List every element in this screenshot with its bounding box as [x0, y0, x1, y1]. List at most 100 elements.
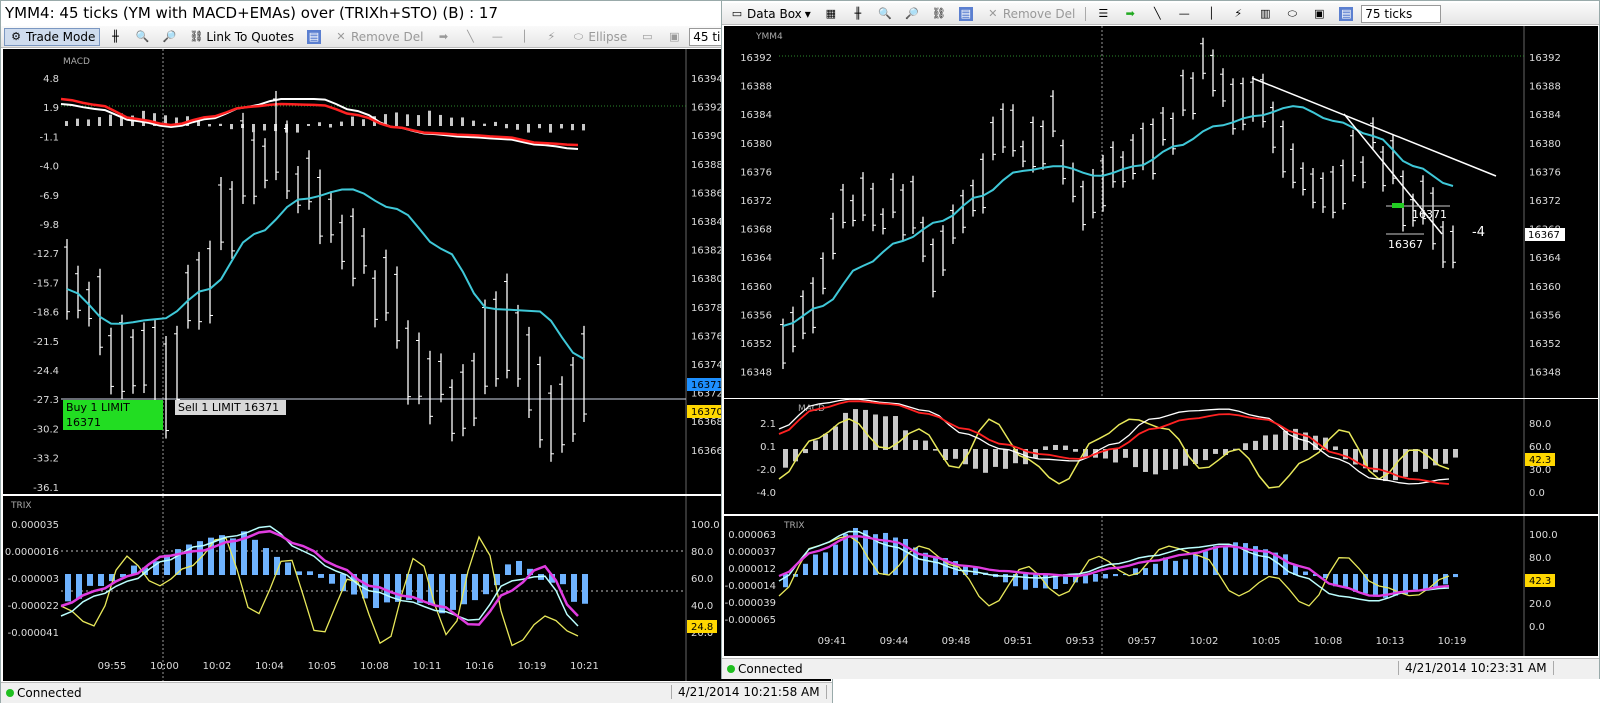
macd-tick: 2.1 [760, 419, 776, 430]
trix-histogram-bar [1003, 574, 1008, 583]
time-label: 09:55 [98, 661, 127, 672]
macd-tick: -15.7 [33, 278, 59, 289]
right-hline-tool-button[interactable]: — [1172, 5, 1196, 23]
macd-tick: -30.2 [33, 424, 59, 435]
price-tick-right: 16348 [1529, 368, 1561, 379]
price-tick-right: 16364 [1529, 253, 1561, 264]
notes-icon: ☰ [1098, 6, 1109, 20]
link-to-quotes-label: Link To Quotes [206, 29, 294, 44]
macd-histogram-bar [973, 449, 978, 469]
link-to-quotes-button[interactable]: ⛓ Link To Quotes [184, 28, 299, 46]
zoom-out-icon: 🔎 [162, 29, 177, 43]
data-box-label: Data Box [747, 6, 802, 21]
right-link-button[interactable]: ⛓ [927, 5, 951, 23]
macd-histogram-bar [953, 449, 958, 459]
vline-tool-button[interactable]: │ [512, 28, 536, 46]
macd-histogram-bar [1133, 449, 1138, 468]
ellipse-tool-button[interactable]: ⬭ Ellipse [566, 28, 632, 46]
connection-status-icon [727, 665, 735, 673]
trix-histogram-bar [560, 574, 566, 585]
sto-tick: 0.0 [1529, 488, 1545, 499]
right-zoom-out-button[interactable]: 🔎 [900, 5, 924, 23]
right-interval-input[interactable]: 75 ticks [1361, 4, 1442, 23]
line-tool-button[interactable]: ╲ [458, 28, 482, 46]
right-vline-tool-button[interactable]: │ [1199, 5, 1223, 23]
link-icon: ⛓ [931, 6, 946, 20]
channel-icon: ▥ [1260, 6, 1271, 20]
right-fib-tool-button[interactable]: ⚡ [1226, 5, 1250, 23]
zoom-in-button[interactable]: 🔍 [130, 28, 154, 46]
sto-tick: 60.0 [691, 574, 713, 585]
macd-tick: -24.4 [33, 366, 59, 377]
right-chart-settings-button[interactable]: ▤ [1334, 5, 1358, 23]
properties-button[interactable]: ▤ [302, 28, 326, 46]
trix-histogram-bar [1423, 574, 1428, 590]
trix-histogram-bar [285, 562, 291, 575]
right-bar-type-button[interactable]: ╫ [846, 5, 870, 23]
time-label: 10:02 [1190, 636, 1219, 647]
trix-tick: 0.000012 [728, 564, 776, 575]
macd-tick: -9.8 [39, 220, 59, 231]
right-channel-tool-button[interactable]: ▥ [1253, 5, 1277, 23]
data-box-icon: ▭ [731, 6, 743, 20]
macd-histogram-bar [1413, 449, 1418, 472]
right-notes-button[interactable]: ☰ [1091, 5, 1115, 23]
macd-histogram-bar [439, 114, 442, 126]
sto-tick: 30.0 [1529, 465, 1551, 476]
macd-histogram-bar [1263, 435, 1268, 450]
data-box-button[interactable]: ▭ Data Box ▾ [725, 5, 816, 23]
right-trix-pane[interactable]: TRIX 0.000063 0.000037 0.000012 -0.000014 -0.… [724, 516, 1598, 656]
right-text-tool-button[interactable]: ▣ [1307, 5, 1331, 23]
last-price-label: 16371 [691, 380, 723, 391]
text-tool-button[interactable]: ▣ [662, 28, 686, 46]
price-tick: 16388 [691, 160, 723, 171]
remove-drawing-button[interactable]: ✕ Remove Del [329, 28, 428, 46]
macd-histogram-bar [1453, 449, 1458, 458]
sell-limit-order[interactable]: Sell 1 LIMIT 16371 [175, 400, 286, 415]
right-line-tool-button[interactable]: ╲ [1145, 5, 1169, 23]
buy-limit-order[interactable]: Buy 1 LIMIT 16371 [63, 400, 163, 430]
right-ellipse-tool-button[interactable]: ⬭ [1280, 5, 1304, 23]
trix-histogram-bar [883, 532, 888, 575]
trix-histogram-bar [1443, 574, 1448, 585]
right-price-pane[interactable]: YMM4 16392 16392 16388 16388 16384 16384 16380 1… [724, 26, 1598, 398]
arrow-tool-button[interactable]: ➡ [431, 28, 455, 46]
trix-label: TRIX [10, 501, 32, 511]
trix-histogram-bar [98, 574, 104, 586]
trix-histogram-bar [582, 574, 588, 604]
right-zoom-in-button[interactable]: 🔍 [873, 5, 897, 23]
right-tools-button[interactable]: ▦ [819, 5, 843, 23]
trade-mode-button[interactable]: ⚙ Trade Mode [4, 27, 101, 46]
macd-histogram-bar [65, 121, 68, 126]
right-arrow-tool-button[interactable]: ➡ [1118, 5, 1142, 23]
trix-histogram-bar [1113, 574, 1118, 577]
hline-tool-button[interactable]: — [485, 28, 509, 46]
right-remove-drawing-button[interactable]: ✕ Remove Del [981, 5, 1080, 23]
tools-icon: ▦ [825, 6, 837, 20]
time-label: 10:16 [465, 661, 494, 672]
macd-histogram-bar [1073, 449, 1078, 452]
left-trix-pane[interactable]: TRIX 0.000035 0.0000016 -0.000003 -0.000022 -… [3, 496, 831, 681]
last-price-label: 16367 [1528, 230, 1560, 241]
time-label: 09:53 [1066, 636, 1095, 647]
trix-histogram-bar [87, 574, 93, 586]
macd-histogram-bar [1443, 449, 1448, 464]
annotation-low: 16367 [1388, 238, 1423, 251]
left-price-pane[interactable]: MACD 4.8 1.9 -1.1 -4.0 -6.9 -9.8 -12.7 -15.7 -18.… [3, 49, 831, 494]
rectangle-tool-button[interactable]: ▭ [635, 28, 659, 46]
fib-tool-button[interactable]: ⚡ [539, 28, 563, 46]
right-properties-button[interactable]: ▤ [954, 5, 978, 23]
arrow-icon: ➡ [1125, 6, 1135, 20]
sto-tick: 80.0 [1529, 419, 1551, 430]
macd-histogram-bar [219, 123, 222, 126]
right-macd-pane[interactable]: MACD 2.1 0.1 -2.0 -4.0 80.0 60.0 30.0 0.0 42.3 [724, 399, 1598, 514]
macd-tick: -33.2 [33, 454, 59, 465]
macd-histogram-bar [833, 426, 838, 450]
trix-histogram-bar [853, 527, 858, 575]
stochastic-line [60, 535, 579, 647]
zoom-out-button[interactable]: 🔎 [157, 28, 181, 46]
trix-histogram-bar [395, 574, 401, 602]
connection-status-icon [6, 689, 14, 697]
bar-type-button[interactable]: ╫ [103, 28, 127, 46]
trix-histogram-bar [483, 574, 489, 595]
